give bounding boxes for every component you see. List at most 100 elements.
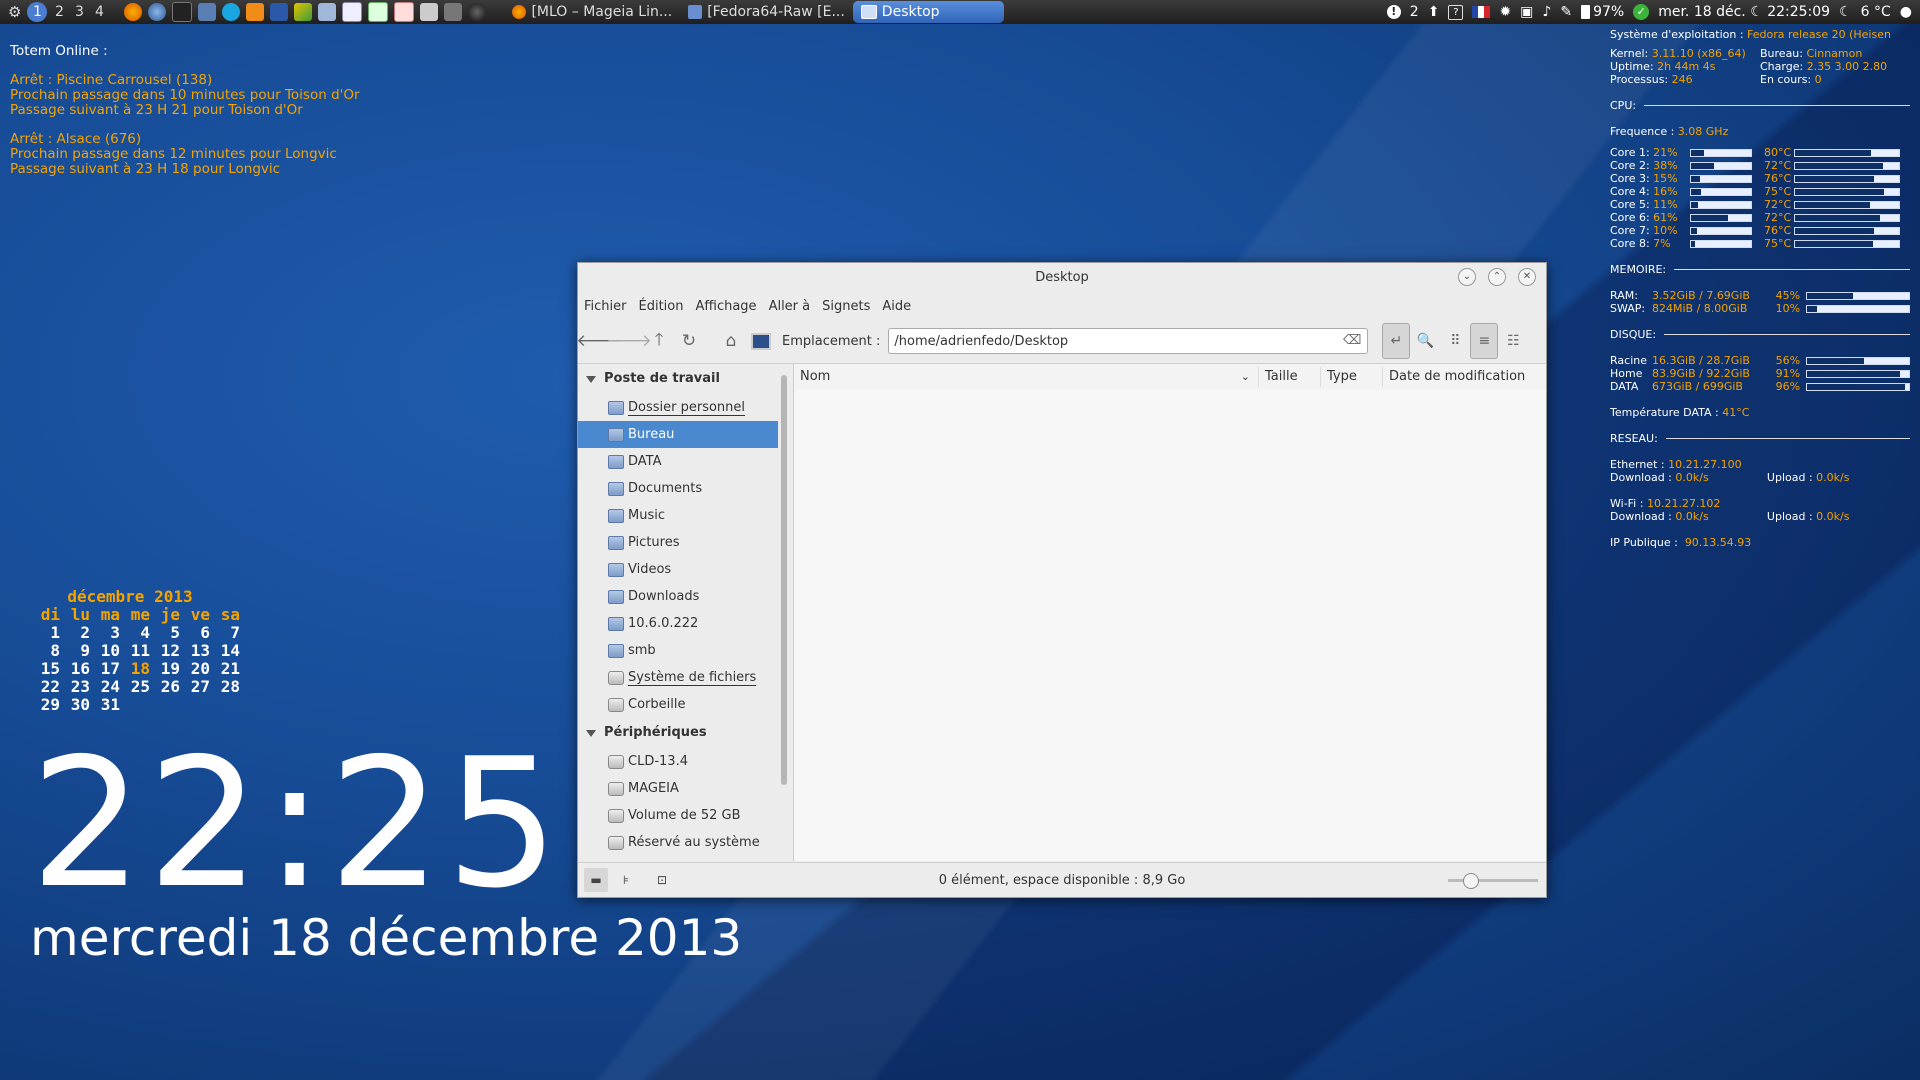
clear-location-icon[interactable]: ⌫ bbox=[1343, 333, 1361, 348]
skype-launcher-icon[interactable] bbox=[222, 3, 241, 21]
sidebar-item-smb[interactable]: smb bbox=[578, 637, 778, 664]
compact-view-button[interactable]: ☷ bbox=[1498, 326, 1528, 356]
apps-launcher-icon[interactable] bbox=[294, 3, 313, 21]
file-list[interactable]: Nom ⌄ Taille Type Date de modification bbox=[793, 364, 1546, 861]
thunderbird-launcher-icon[interactable] bbox=[148, 3, 167, 21]
workspace-4[interactable]: 4 bbox=[89, 4, 109, 20]
menu-file[interactable]: Fichier bbox=[584, 299, 627, 314]
sidebar-item-documents[interactable]: Documents bbox=[578, 475, 778, 502]
pen-icon[interactable]: ✎ bbox=[1560, 4, 1572, 20]
hide-sidebar-button[interactable]: ⊡ bbox=[650, 868, 674, 892]
editor-launcher-icon[interactable] bbox=[420, 3, 439, 21]
column-size[interactable]: Taille bbox=[1259, 367, 1321, 387]
sidebar-item-corbeille[interactable]: Corbeille bbox=[578, 691, 778, 718]
clock-datetime[interactable]: mer. 18 déc. ☾ 22:25:09 bbox=[1658, 4, 1830, 20]
workspace-1[interactable]: 1 bbox=[27, 2, 48, 22]
virtualbox-launcher-icon[interactable] bbox=[270, 3, 289, 21]
keyboard-icon[interactable]: ? bbox=[1448, 4, 1464, 20]
menu-view[interactable]: Affichage bbox=[695, 299, 756, 314]
brightness-icon[interactable]: ✹ bbox=[1499, 4, 1511, 20]
icon-view-button[interactable]: ⠿ bbox=[1440, 326, 1470, 356]
weather-temp[interactable]: 6 °C bbox=[1861, 4, 1891, 20]
calendar-day: 27 bbox=[190, 677, 210, 696]
notification-count[interactable]: 2 bbox=[1410, 4, 1419, 20]
writer-launcher-icon[interactable] bbox=[342, 2, 363, 22]
memory-row: RAM: 3.52GiB / 7.69GiB 45% bbox=[1610, 289, 1910, 302]
sidebar-item-cld-13-4[interactable]: CLD-13.4 bbox=[578, 748, 778, 775]
impress-launcher-icon[interactable] bbox=[394, 2, 415, 22]
sidebar-item-music[interactable]: Music bbox=[578, 502, 778, 529]
calc-launcher-icon[interactable] bbox=[368, 2, 389, 22]
close-button[interactable]: ✕ bbox=[1518, 268, 1536, 286]
task-virtualbox[interactable]: [Fedora64-Raw [E... bbox=[680, 1, 853, 23]
workspace-3[interactable]: 3 bbox=[69, 4, 89, 20]
user-icon[interactable]: ● bbox=[1900, 4, 1912, 20]
sidebar-item-mageia[interactable]: MAGEIA bbox=[578, 775, 778, 802]
window-titlebar[interactable]: Desktop ⌄ ⌃ ✕ bbox=[578, 263, 1546, 293]
game-launcher-icon[interactable] bbox=[444, 3, 463, 21]
row-percent: 45% bbox=[1775, 289, 1801, 302]
menu-go[interactable]: Aller à bbox=[769, 299, 811, 314]
zoom-slider[interactable] bbox=[1448, 873, 1538, 889]
files-launcher-icon[interactable] bbox=[318, 3, 337, 21]
sidebar-item-data[interactable]: DATA bbox=[578, 448, 778, 475]
music-icon[interactable]: ♪ bbox=[1542, 4, 1551, 20]
menu-help[interactable]: Aide bbox=[882, 299, 911, 314]
calendar-day: 25 bbox=[130, 677, 150, 696]
sidebar-item-bureau[interactable]: Bureau bbox=[578, 421, 778, 448]
update-arrow-icon[interactable]: ⬆ bbox=[1428, 4, 1440, 20]
search-icon[interactable]: 🔍 bbox=[1410, 326, 1440, 356]
show-places-button[interactable]: ▬ bbox=[584, 868, 608, 892]
minimize-button[interactable]: ⌄ bbox=[1458, 268, 1476, 286]
menu-gear-icon[interactable]: ⚙ bbox=[8, 3, 21, 21]
weather-moon-icon[interactable]: ☾ bbox=[1839, 4, 1852, 20]
location-input[interactable]: /home/adrienfedo/Desktop ⌫ bbox=[888, 328, 1369, 354]
french-flag-icon[interactable] bbox=[1472, 6, 1491, 18]
battery-percent[interactable]: 97% bbox=[1593, 4, 1624, 20]
update-check-icon[interactable]: ✓ bbox=[1633, 4, 1650, 20]
sidebar-item-label: Music bbox=[628, 508, 665, 523]
row-value: 3.52GiB / 7.69GiB bbox=[1652, 289, 1750, 302]
zoom-slider-knob[interactable] bbox=[1463, 873, 1479, 889]
sidebar-item-volume-de-52-gb[interactable]: Volume de 52 GB bbox=[578, 802, 778, 829]
task-firefox[interactable]: [MLO – Mageia Lin... bbox=[504, 1, 680, 23]
list-view-button[interactable]: ≡ bbox=[1470, 323, 1499, 359]
task-desktop[interactable]: Desktop bbox=[852, 1, 1004, 23]
workspace-2[interactable]: 2 bbox=[49, 4, 69, 20]
menu-bookmarks[interactable]: Signets bbox=[822, 299, 870, 314]
sidebar-group-computer[interactable]: Poste de travail bbox=[578, 364, 778, 394]
menu-edit[interactable]: Édition bbox=[639, 299, 684, 314]
home-icon[interactable]: ⌂ bbox=[716, 326, 746, 356]
up-arrow-icon[interactable]: 🡑 bbox=[644, 326, 674, 356]
column-modified[interactable]: Date de modification bbox=[1383, 367, 1529, 387]
terminal-launcher-icon[interactable] bbox=[172, 2, 193, 22]
sidebar-item-r-serv-au-syst-me[interactable]: Réservé au système bbox=[578, 829, 778, 856]
sidebar-item-dossier-personnel[interactable]: Dossier personnel bbox=[578, 394, 778, 421]
calendar-day: 22 bbox=[40, 677, 60, 696]
rss-launcher-icon[interactable] bbox=[246, 3, 265, 21]
stop-next: Prochain passage dans 10 minutes pour To… bbox=[10, 87, 360, 103]
sidebar-item-syst-me-de-fichiers[interactable]: Système de fichiers bbox=[578, 664, 778, 691]
reload-icon[interactable]: ↻ bbox=[674, 326, 704, 356]
sidebar-item-videos[interactable]: Videos bbox=[578, 556, 778, 583]
info-icon[interactable]: ! bbox=[1386, 5, 1401, 19]
firefox-launcher-icon[interactable] bbox=[124, 3, 143, 21]
media-launcher-icon[interactable] bbox=[468, 3, 487, 21]
cpu-core-row: Core 2: 38% 72°C bbox=[1610, 159, 1910, 172]
eth-download-label: Download : bbox=[1610, 471, 1672, 484]
sidebar-group-devices[interactable]: Périphériques bbox=[578, 718, 778, 748]
display-icon[interactable]: ▣ bbox=[1520, 4, 1533, 20]
column-type[interactable]: Type bbox=[1321, 367, 1383, 387]
toggle-location-button[interactable]: ↵ bbox=[1382, 323, 1411, 359]
battery-icon[interactable] bbox=[1581, 5, 1591, 19]
forward-arrow-icon[interactable]: 🡒 bbox=[606, 326, 652, 356]
sidebar-item-downloads[interactable]: Downloads bbox=[578, 583, 778, 610]
show-tree-button[interactable]: ⊧ bbox=[614, 868, 638, 892]
computer-icon[interactable] bbox=[746, 326, 776, 356]
maximize-button[interactable]: ⌃ bbox=[1488, 268, 1506, 286]
sidebar-item-10-6-0-222[interactable]: 10.6.0.222 bbox=[578, 610, 778, 637]
network-launcher-icon[interactable] bbox=[198, 3, 217, 21]
column-name[interactable]: Nom ⌄ bbox=[794, 367, 1259, 387]
sidebar-scrollbar[interactable] bbox=[781, 375, 787, 785]
sidebar-item-pictures[interactable]: Pictures bbox=[578, 529, 778, 556]
